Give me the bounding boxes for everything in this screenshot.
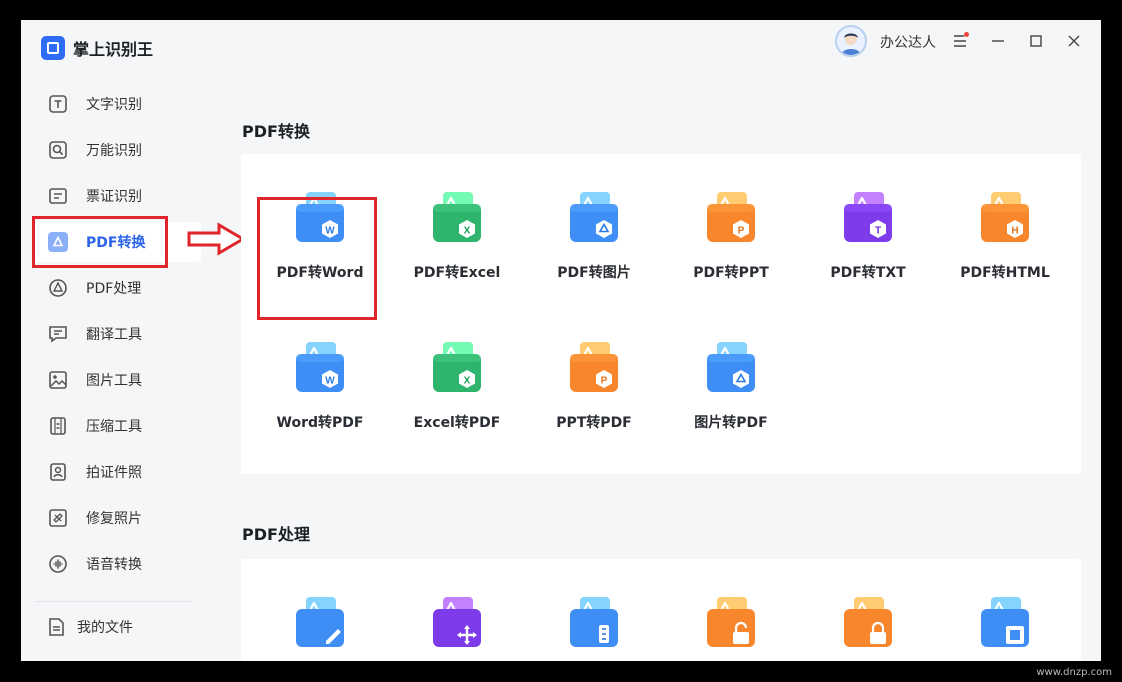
tile-label: 图片转PDF xyxy=(694,415,768,431)
main-content: PDF转换 W PDF转Word X PDF转Excel PDF转图片 P PDF转PPT T… xyxy=(221,64,1101,661)
tile-label: PDF转TXT xyxy=(830,265,906,281)
brand: 掌上识别王 xyxy=(41,36,153,60)
sidebar-item-label: PDF处理 xyxy=(86,281,142,297)
translate-icon xyxy=(47,323,69,345)
app-logo-icon xyxy=(41,36,65,60)
maximize-icon xyxy=(1030,35,1042,47)
sidebar: 掌上识别王 文字识别 万能识别 票证识别 PDF转换 PDF处理 翻译工具 图片… xyxy=(21,20,221,661)
pdf-to-txt-tile[interactable]: T PDF转TXT xyxy=(803,190,933,300)
sidebar-item-label: 拍证件照 xyxy=(86,465,142,481)
compress-icon xyxy=(47,415,69,437)
repair-photo-icon xyxy=(47,507,69,529)
sidebar-item-label: 翻译工具 xyxy=(86,327,142,343)
section-title-pdf-process: PDF处理 xyxy=(242,525,310,544)
my-files-icon xyxy=(45,616,67,638)
word-to-pdf-tile[interactable]: W Word转PDF xyxy=(255,340,385,450)
pdf-compress-tile[interactable] xyxy=(940,595,1070,661)
sidebar-item-my-files[interactable]: 我的文件 xyxy=(33,607,201,647)
ticket-recognition-icon xyxy=(47,185,69,207)
sidebar-item-ticket-recognition[interactable]: 票证识别 xyxy=(33,176,201,216)
menu-button[interactable] xyxy=(949,30,971,52)
image-to-pdf-tile[interactable]: 图片转PDF xyxy=(666,340,796,450)
close-icon xyxy=(1068,35,1080,47)
tile-label: PPT转PDF xyxy=(556,415,632,431)
pdf-to-excel-tile[interactable]: X PDF转Excel xyxy=(392,190,522,300)
pdf-to-html-tile[interactable]: H PDF转HTML xyxy=(940,190,1070,300)
image-tools-icon xyxy=(47,369,69,391)
tile-label: PDF转Excel xyxy=(413,265,501,281)
sidebar-item-id-photo[interactable]: 拍证件照 xyxy=(33,452,201,492)
avatar[interactable] xyxy=(835,25,867,57)
annotation-highlight-box xyxy=(32,216,168,268)
text-recognition-icon xyxy=(47,93,69,115)
sidebar-item-voice-convert[interactable]: 语音转换 xyxy=(33,544,201,584)
excel-to-pdf-tile[interactable]: X Excel转PDF xyxy=(392,340,522,450)
user-name[interactable]: 办公达人 xyxy=(880,32,936,52)
app-window: 掌上识别王 文字识别 万能识别 票证识别 PDF转换 PDF处理 翻译工具 图片… xyxy=(21,20,1101,661)
app-title: 掌上识别王 xyxy=(73,40,154,59)
tile-label: Word转PDF xyxy=(276,415,364,431)
sidebar-item-label: 语音转换 xyxy=(86,557,142,573)
user-avatar-icon xyxy=(841,33,861,55)
pdf-process-card xyxy=(241,559,1081,661)
tile-label: Excel转PDF xyxy=(413,415,501,431)
pdf-split-tile[interactable] xyxy=(529,595,659,661)
sidebar-divider xyxy=(35,601,193,602)
pdf-to-ppt-tile[interactable]: P PDF转PPT xyxy=(666,190,796,300)
close-button[interactable] xyxy=(1063,30,1085,52)
sidebar-item-label: 图片工具 xyxy=(86,373,142,389)
tile-label: PDF转图片 xyxy=(557,265,631,281)
pdf-merge-tile[interactable] xyxy=(392,595,522,661)
tile-label: PDF转PPT xyxy=(693,265,769,281)
svg-text:T: T xyxy=(875,226,881,237)
svg-text:P: P xyxy=(601,376,608,387)
pdf-process-icon xyxy=(47,277,69,299)
sidebar-item-translate[interactable]: 翻译工具 xyxy=(33,314,201,354)
id-photo-icon xyxy=(47,461,69,483)
svg-text:X: X xyxy=(464,226,471,237)
sidebar-item-compress[interactable]: 压缩工具 xyxy=(33,406,201,446)
sidebar-item-text-recognition[interactable]: 文字识别 xyxy=(33,84,201,124)
tile-label: PDF转HTML xyxy=(960,265,1050,281)
voice-convert-icon xyxy=(47,553,69,575)
pdf-to-image-tile[interactable]: PDF转图片 xyxy=(529,190,659,300)
notification-dot xyxy=(964,32,969,37)
ppt-to-pdf-tile[interactable]: P PPT转PDF xyxy=(529,340,659,450)
sidebar-item-label: 我的文件 xyxy=(77,620,133,636)
minimize-button[interactable] xyxy=(987,30,1009,52)
svg-text:W: W xyxy=(325,376,335,387)
title-bar: 办公达人 xyxy=(221,20,1101,64)
svg-text:P: P xyxy=(738,226,745,237)
maximize-button[interactable] xyxy=(1025,30,1047,52)
sidebar-item-label: 修复照片 xyxy=(86,511,142,527)
sidebar-item-repair-photo[interactable]: 修复照片 xyxy=(33,498,201,538)
sidebar-item-universal-recognition[interactable]: 万能识别 xyxy=(33,130,201,170)
section-title-pdf-convert: PDF转换 xyxy=(242,122,310,141)
pdf-edit-tile[interactable] xyxy=(255,595,385,661)
sidebar-item-pdf-process[interactable]: PDF处理 xyxy=(33,268,201,308)
svg-text:H: H xyxy=(1011,226,1018,237)
sidebar-item-label: 压缩工具 xyxy=(86,419,142,435)
annotation-highlight-box xyxy=(257,197,377,320)
sidebar-item-label: 票证识别 xyxy=(86,189,142,205)
pdf-decrypt-tile[interactable] xyxy=(803,595,933,661)
pdf-encrypt-tile[interactable] xyxy=(666,595,796,661)
minimize-icon xyxy=(992,40,1004,42)
sidebar-item-label: 文字识别 xyxy=(86,97,142,113)
sidebar-item-label: 万能识别 xyxy=(86,143,142,159)
svg-text:X: X xyxy=(464,376,471,387)
sidebar-item-image-tools[interactable]: 图片工具 xyxy=(33,360,201,400)
watermark: www.dnzp.com xyxy=(1036,667,1112,678)
universal-recognition-icon xyxy=(47,139,69,161)
